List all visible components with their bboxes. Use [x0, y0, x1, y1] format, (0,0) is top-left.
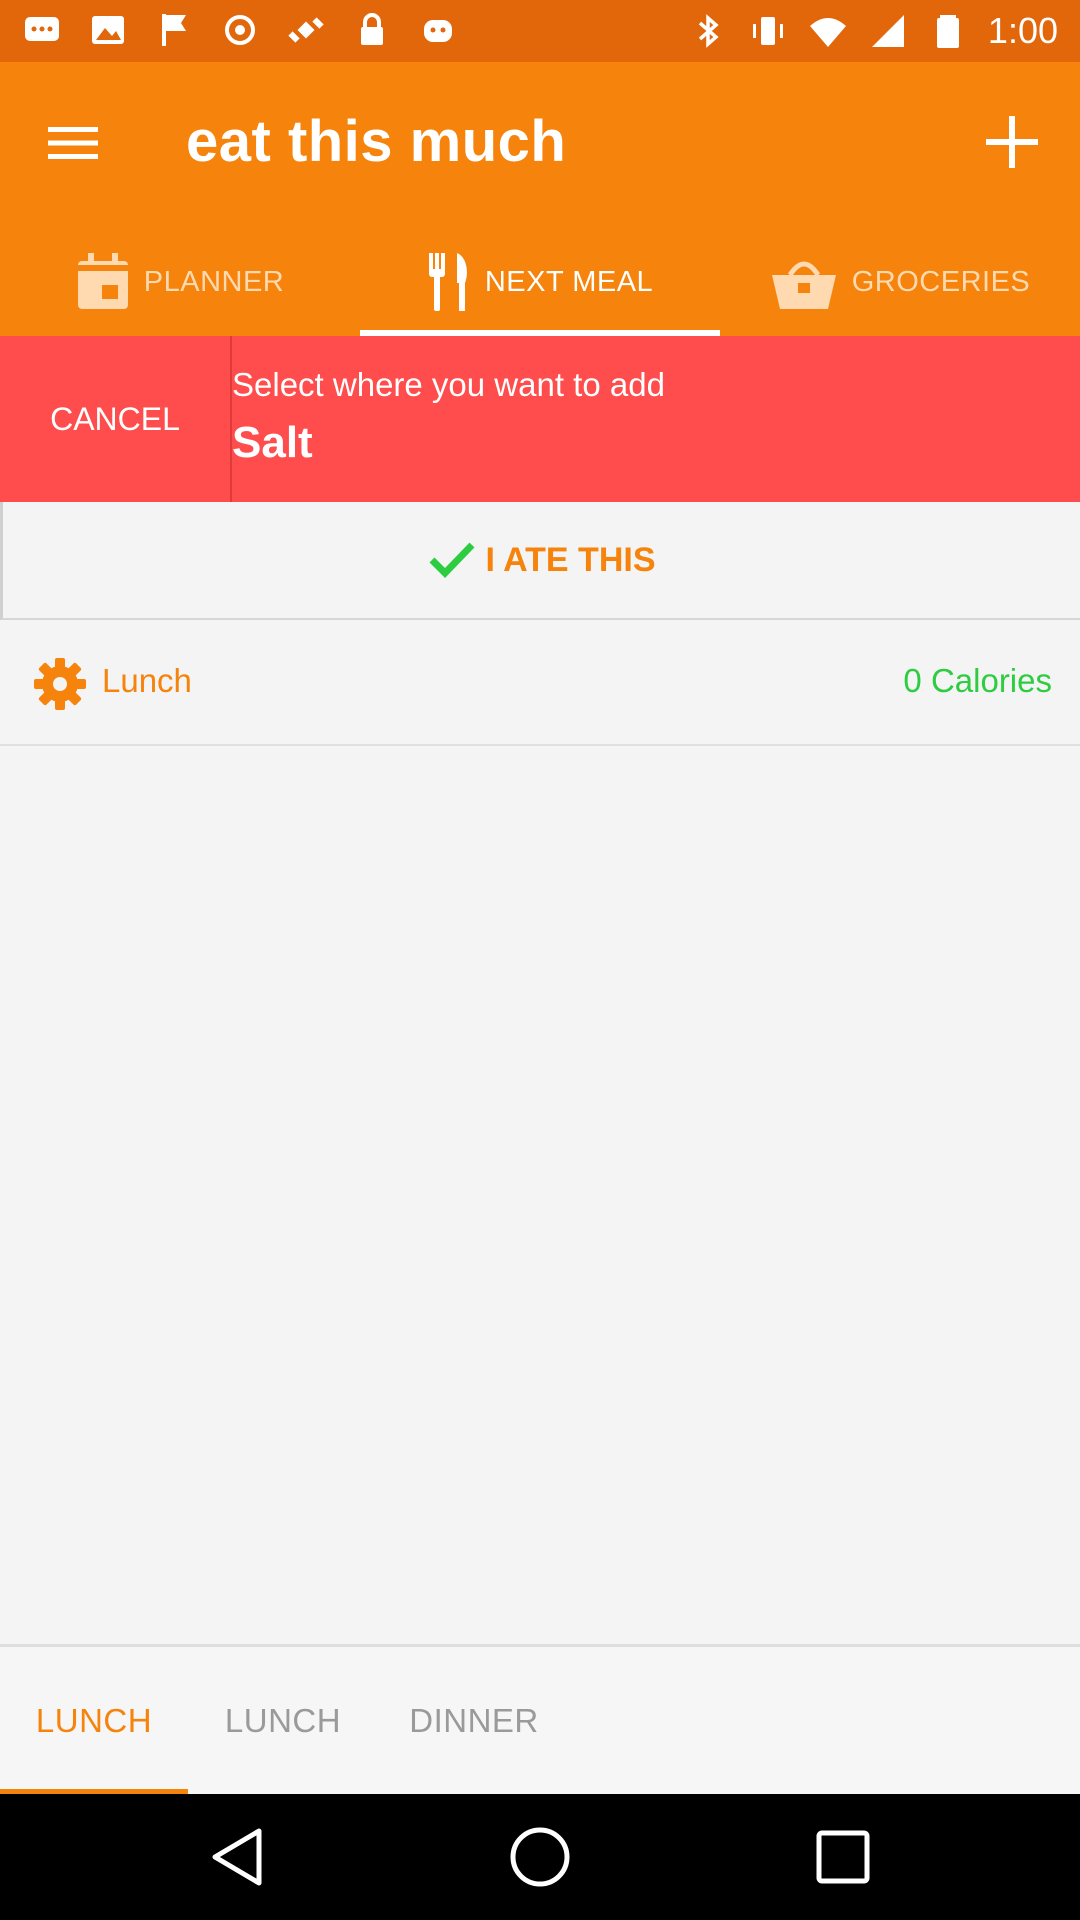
plus-icon: [986, 116, 1038, 168]
gear-icon[interactable]: [34, 658, 86, 710]
lock-icon: [352, 10, 392, 50]
sync-icon: [220, 10, 260, 50]
calendar-icon: [77, 253, 128, 309]
app-bar: eat this much PLANNER NEXT MEAL GROCERIE…: [0, 62, 1080, 336]
hamburger-menu-icon: [48, 127, 98, 159]
status-left-icons: [22, 10, 458, 50]
back-icon: [212, 1828, 262, 1886]
messages-icon: [22, 10, 62, 50]
system-nav-bar: [0, 1794, 1080, 1920]
utensils-icon: [428, 253, 467, 311]
menu-button[interactable]: [40, 110, 106, 176]
signal-icon: [868, 11, 908, 51]
home-icon: [510, 1827, 570, 1887]
main-tabs: PLANNER NEXT MEAL GROCERIES: [0, 228, 1080, 336]
i-ate-this-button[interactable]: I ATE THIS: [0, 502, 1080, 620]
back-button[interactable]: [204, 1824, 270, 1890]
recents-icon: [816, 1830, 870, 1884]
tab-planner[interactable]: PLANNER: [0, 228, 360, 336]
status-right-icons: 1:00: [688, 8, 1058, 54]
battery-icon: [928, 11, 968, 51]
recents-button[interactable]: [810, 1824, 876, 1890]
meal-content-area: [0, 746, 1080, 1644]
tab-groceries[interactable]: GROCERIES: [720, 228, 1080, 336]
banner-food-name: Salt: [232, 418, 313, 467]
vibrate-icon: [748, 11, 788, 51]
i-ate-this-label: I ATE THIS: [485, 540, 656, 579]
meal-tabs: LUNCH LUNCH DINNER: [0, 1644, 1080, 1794]
status-time: 1:00: [987, 10, 1058, 51]
add-food-banner: CANCEL Select where you want to add Salt: [0, 336, 1080, 502]
tab-next-meal-label: NEXT MEAL: [484, 265, 654, 298]
status-bar: 1:00: [0, 0, 1080, 62]
checkmark-icon: [429, 542, 475, 578]
tab-planner-label: PLANNER: [143, 265, 285, 298]
meal-tab-lunch-2[interactable]: LUNCH: [188, 1647, 378, 1794]
satellite-icon: [286, 10, 326, 50]
meal-name: Lunch: [102, 662, 192, 699]
banner-message: Select where you want to add: [232, 366, 665, 403]
meal-tab-lunch-1[interactable]: LUNCH: [0, 1647, 188, 1794]
android-icon: [418, 10, 458, 50]
basket-icon: [771, 261, 836, 309]
bluetooth-icon: [688, 11, 728, 51]
home-button[interactable]: [507, 1824, 573, 1890]
meal-tab-dinner[interactable]: DINNER: [378, 1647, 570, 1794]
flag-icon: [154, 10, 194, 50]
add-button[interactable]: [974, 104, 1050, 180]
tab-groceries-label: GROCERIES: [851, 265, 1031, 298]
cancel-button[interactable]: CANCEL: [0, 336, 232, 502]
wifi-icon: [808, 11, 848, 51]
image-icon: [88, 10, 128, 50]
tab-next-meal[interactable]: NEXT MEAL: [360, 228, 720, 336]
meal-row[interactable]: Lunch 0 Calories: [0, 620, 1080, 746]
meal-calories: 0 Calories: [903, 662, 1052, 699]
app-title: eat this much: [186, 109, 567, 174]
